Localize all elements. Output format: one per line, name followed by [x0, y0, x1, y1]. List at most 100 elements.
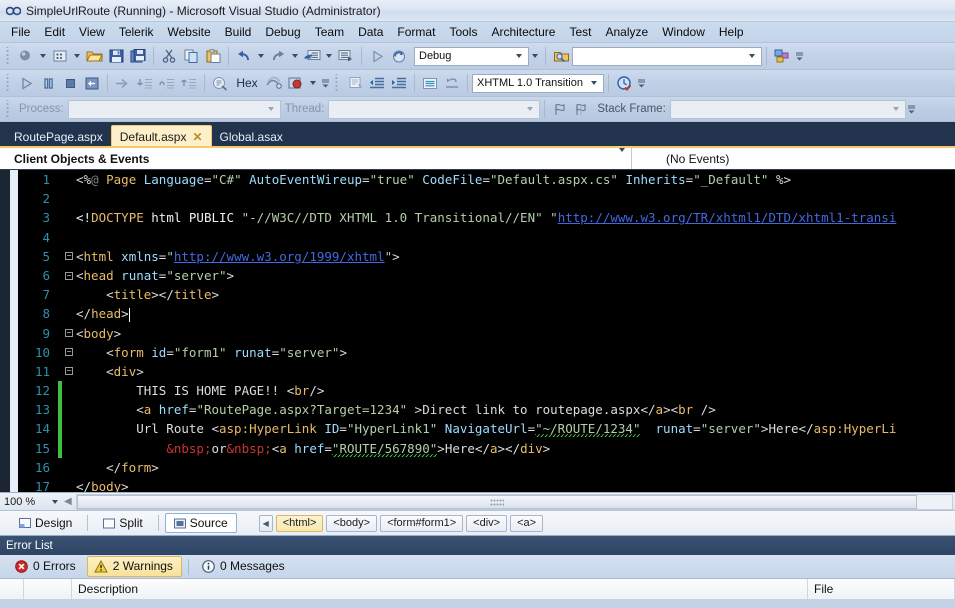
indent-icon[interactable] [388, 73, 410, 94]
column-header-blank1[interactable] [0, 579, 24, 599]
fold-toggle[interactable]: − [62, 348, 76, 356]
code-line[interactable]: 6 − <head runat="server"> [18, 266, 955, 285]
code-line[interactable]: 13 <a href="RoutePage.aspx?Target=1234" … [18, 400, 955, 419]
new-project-icon[interactable] [15, 46, 37, 67]
paste-icon[interactable] [202, 46, 224, 67]
solution-configuration-combo[interactable]: Debug [414, 47, 529, 66]
stop-debugging-icon[interactable] [59, 73, 81, 94]
tag-chip-body[interactable]: <body> [326, 515, 377, 532]
validate-icon[interactable] [613, 73, 635, 94]
menu-website[interactable]: Website [161, 23, 218, 42]
outdent-icon[interactable] [366, 73, 388, 94]
toolbar-grip[interactable] [5, 74, 12, 92]
chevron-down-icon[interactable] [512, 54, 526, 58]
redo-dropdown-icon[interactable] [289, 46, 301, 67]
format-document-icon[interactable] [419, 73, 441, 94]
design-view-button[interactable]: Design [10, 513, 81, 533]
code-line[interactable]: 10 − <form id="form1" runat="server"> [18, 343, 955, 362]
tag-chip-html[interactable]: <html> [276, 515, 324, 532]
save-icon[interactable] [105, 46, 127, 67]
fold-toggle[interactable]: − [62, 272, 76, 280]
solution-platform-dropdown-icon[interactable] [529, 46, 541, 67]
copy-icon[interactable] [180, 46, 202, 67]
chevron-down-icon[interactable] [619, 152, 625, 166]
code-line[interactable]: 14 Url Route <asp:HyperLink ID="HyperLin… [18, 419, 955, 438]
continue-icon[interactable] [15, 73, 37, 94]
step-out-icon[interactable] [178, 73, 200, 94]
redo-icon[interactable] [267, 46, 289, 67]
code-line[interactable]: 15 &nbsp;or&nbsp;<a href="ROUTE/567890">… [18, 439, 955, 458]
menu-tools[interactable]: Tools [442, 23, 484, 42]
warnings-filter-button[interactable]: 2 Warnings [87, 556, 182, 577]
menu-analyze[interactable]: Analyze [599, 23, 656, 42]
fold-toggle[interactable]: − [62, 252, 76, 260]
fold-toggle[interactable]: − [62, 329, 76, 337]
code-line[interactable]: 2 [18, 189, 955, 208]
menu-test[interactable]: Test [562, 23, 598, 42]
menu-debug[interactable]: Debug [258, 23, 307, 42]
tag-chip-form[interactable]: <form#form1> [380, 515, 463, 532]
code-line[interactable]: 1 <%@ Page Language="C#" AutoEventWireup… [18, 170, 955, 189]
toolbar-grip[interactable] [5, 100, 12, 118]
code-line[interactable]: 12 THIS IS HOME PAGE!! <br/> [18, 381, 955, 400]
new-project-dropdown-icon[interactable] [37, 46, 49, 67]
scrollbar-thumb[interactable] [77, 495, 917, 509]
step-over-icon[interactable] [156, 73, 178, 94]
add-new-item-icon[interactable] [49, 46, 71, 67]
code-line[interactable]: 3 <!DOCTYPE html PUBLIC "-//W3C//DTD XHT… [18, 208, 955, 227]
flag-all-icon[interactable] [571, 99, 593, 120]
code-line[interactable]: 16 </form> [18, 458, 955, 477]
toolbar-overflow-icon[interactable] [793, 46, 805, 67]
start-debugging-icon[interactable] [366, 46, 388, 67]
menu-build[interactable]: Build [218, 23, 259, 42]
find-combo[interactable] [572, 47, 762, 66]
save-all-icon[interactable] [127, 46, 149, 67]
client-objects-combo[interactable]: Client Objects & Events [0, 148, 632, 169]
break-all-icon[interactable] [37, 73, 59, 94]
menu-team[interactable]: Team [308, 23, 351, 42]
close-icon[interactable]: ✕ [192, 132, 202, 142]
find-input[interactable] [577, 49, 745, 63]
zoom-level[interactable]: 100 % [0, 496, 48, 508]
show-next-statement-icon[interactable] [112, 73, 134, 94]
code-line[interactable]: 17 </body> [18, 477, 955, 492]
column-header-file[interactable]: File [808, 579, 955, 599]
menu-edit[interactable]: Edit [37, 23, 72, 42]
column-header-blank2[interactable] [24, 579, 72, 599]
navigate-forward-icon[interactable] [335, 46, 357, 67]
menu-view[interactable]: View [72, 23, 112, 42]
code-line[interactable]: 5 − <html xmlns="http://www.w3.org/1999/… [18, 247, 955, 266]
chevron-down-icon[interactable] [264, 107, 278, 111]
source-view-button[interactable]: Source [165, 513, 237, 533]
add-new-item-dropdown-icon[interactable] [71, 46, 83, 67]
thread-combo[interactable] [328, 100, 540, 119]
restart-icon[interactable] [81, 73, 103, 94]
code-line[interactable]: 9 − <body> [18, 324, 955, 343]
menu-format[interactable]: Format [390, 23, 442, 42]
chevron-down-icon[interactable] [587, 81, 601, 85]
code-line[interactable]: 4 [18, 228, 955, 247]
chevron-down-icon[interactable] [523, 107, 537, 111]
tag-scroll-left-button[interactable]: ◀ [259, 515, 273, 532]
menu-data[interactable]: Data [351, 23, 390, 42]
menu-help[interactable]: Help [712, 23, 751, 42]
toolbar-grip[interactable] [5, 47, 12, 65]
breakpoints-icon[interactable] [285, 73, 307, 94]
scroll-left-arrow-icon[interactable]: ◀ [62, 496, 74, 507]
breakpoints-dropdown-icon[interactable] [307, 73, 319, 94]
zoom-dropdown-icon[interactable] [48, 500, 62, 504]
undo-dropdown-icon[interactable] [255, 46, 267, 67]
tab-default-aspx[interactable]: Default.aspx ✕ [111, 125, 212, 148]
refresh-icon[interactable] [388, 46, 410, 67]
code-line[interactable]: 7 <title></title> [18, 285, 955, 304]
stack-frame-combo[interactable] [670, 100, 906, 119]
error-list-header[interactable]: Error List [0, 536, 955, 555]
code-line[interactable]: 11 − <div> [18, 362, 955, 381]
step-into-icon[interactable] [134, 73, 156, 94]
fold-toggle[interactable]: − [62, 367, 76, 375]
messages-filter-button[interactable]: 0 Messages [195, 556, 294, 577]
column-header-description[interactable]: Description [72, 579, 808, 599]
find-tool-icon[interactable] [550, 46, 572, 67]
toolbar-grip[interactable] [334, 74, 341, 92]
navigate-backward-icon[interactable] [301, 46, 323, 67]
